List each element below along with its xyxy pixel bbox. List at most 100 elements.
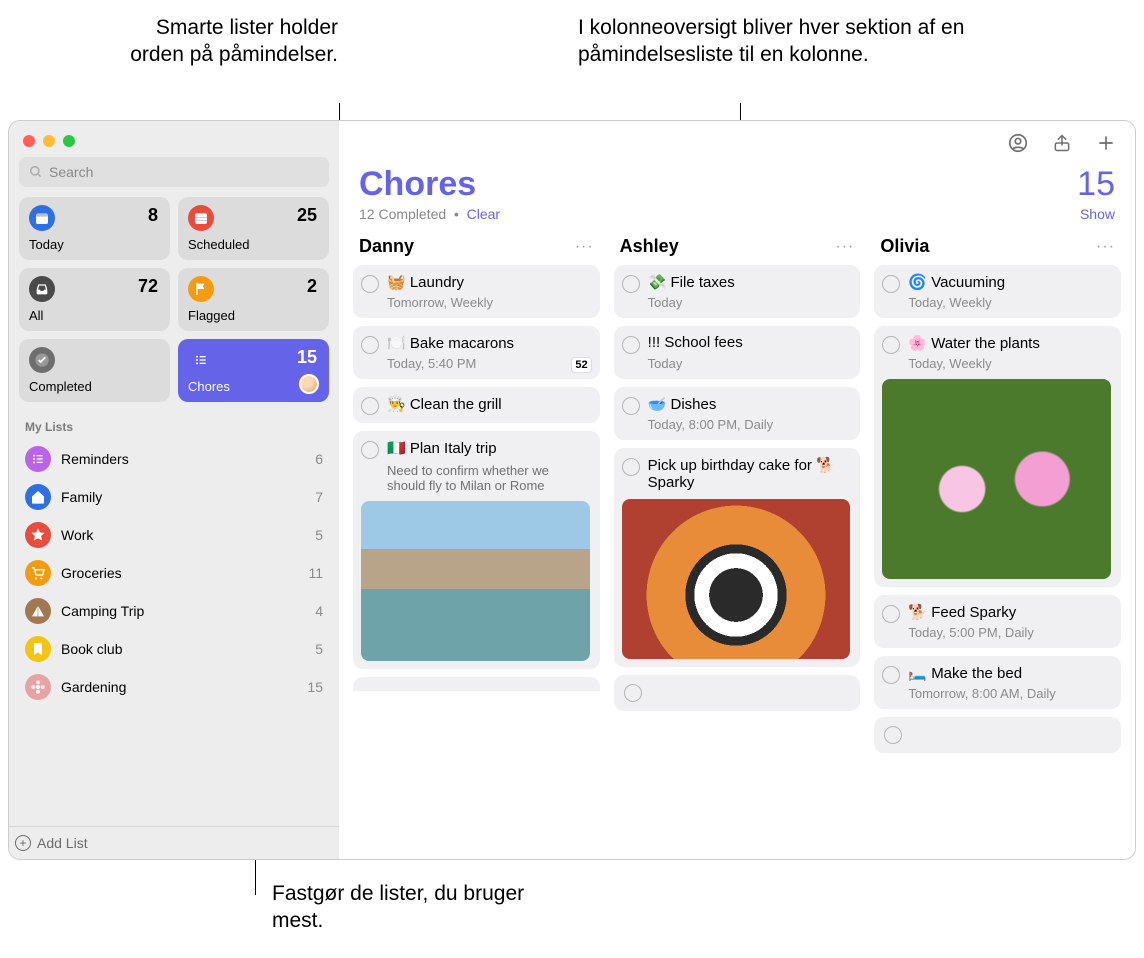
list-name: Camping Trip	[61, 603, 315, 619]
reminder-card[interactable]: 💸 File taxesToday	[614, 265, 861, 318]
list-name: Work	[61, 527, 315, 543]
reminder-subtitle: Today, 8:00 PM, Daily	[648, 417, 851, 432]
my-lists: Reminders6Family7Work5Groceries11Camping…	[19, 440, 329, 859]
clear-completed-button[interactable]: Clear	[467, 206, 500, 222]
reminder-note: Need to confirm whether we should fly to…	[387, 463, 590, 493]
smart-count: 25	[297, 205, 317, 226]
smart-list-today[interactable]: 8 Today	[19, 197, 170, 260]
complete-toggle[interactable]	[624, 684, 642, 702]
window-controls	[19, 129, 329, 157]
search-input[interactable]: Search	[19, 157, 329, 187]
reminder-subtitle: Tomorrow, Weekly	[387, 295, 590, 310]
reminder-card[interactable]: 🐕 Feed Sparky Today, 5:00 PM, Daily	[874, 595, 1121, 648]
list-row-gardening[interactable]: Gardening15	[19, 668, 329, 706]
list-icon	[25, 446, 51, 472]
new-reminder-placeholder[interactable]	[874, 717, 1121, 753]
smart-count: 2	[307, 276, 317, 297]
minimize-button[interactable]	[43, 135, 55, 147]
list-row-family[interactable]: Family7	[19, 478, 329, 516]
complete-toggle[interactable]	[622, 458, 640, 476]
smart-lists-grid: 8 Today 25 Scheduled 72All2Flagged Completed 1…	[19, 197, 329, 402]
add-list-label: Add List	[37, 835, 88, 851]
complete-toggle[interactable]	[361, 397, 379, 415]
list-row-camping-trip[interactable]: Camping Trip4	[19, 592, 329, 630]
list-count: 15	[307, 679, 323, 695]
smart-list-completed[interactable]: Completed	[19, 339, 170, 402]
reminder-card[interactable]: 🧺 LaundryTomorrow, Weekly	[353, 265, 600, 318]
reminder-title: !!! School fees	[648, 334, 743, 351]
tray-icon	[29, 276, 55, 302]
complete-toggle[interactable]	[882, 275, 900, 293]
reminder-subtitle: Today, 5:00 PM, Daily	[908, 625, 1111, 640]
smart-list-scheduled[interactable]: 25 Scheduled	[178, 197, 329, 260]
column-menu-icon[interactable]: ···	[1096, 238, 1115, 256]
reminder-card[interactable]: Pick up birthday cake for 🐕 Sparky	[614, 448, 861, 667]
complete-toggle[interactable]	[361, 275, 379, 293]
reminder-card[interactable]: !!! School fees Today	[614, 326, 861, 379]
smart-label: Today	[29, 237, 160, 252]
bookmark-icon	[25, 636, 51, 662]
show-completed-button[interactable]: Show	[1080, 206, 1115, 222]
calendar-grid-icon	[188, 205, 214, 231]
list-row-work[interactable]: Work5	[19, 516, 329, 554]
toolbar	[339, 121, 1135, 165]
column-title: Olivia	[880, 236, 1096, 257]
callout-top-right: I kolonneoversigt bliver hver sektion af…	[578, 14, 998, 69]
reminder-card[interactable]: 🛏️ Make the bedTomorrow, 8:00 AM, Daily	[874, 656, 1121, 709]
calendar-icon	[29, 205, 55, 231]
reminder-title: 👨‍🍳 Clean the grill	[387, 395, 502, 413]
reminder-card[interactable]: 🇮🇹 Plan Italy tripNeed to confirm whethe…	[353, 431, 600, 669]
smart-label: Completed	[29, 379, 160, 394]
reminder-card[interactable]: 🌀 VacuumingToday, Weekly	[874, 265, 1121, 318]
collaborate-icon[interactable]	[1007, 132, 1029, 154]
reminder-badge: 52	[571, 357, 591, 373]
complete-toggle[interactable]	[622, 397, 640, 415]
close-button[interactable]	[23, 135, 35, 147]
complete-toggle[interactable]	[361, 441, 379, 459]
reminder-card[interactable]: 👨‍🍳 Clean the grill	[353, 387, 600, 423]
search-icon	[29, 165, 43, 179]
add-list-button[interactable]: + Add List	[9, 826, 339, 859]
share-icon[interactable]	[1051, 132, 1073, 154]
column-menu-icon[interactable]: ···	[575, 238, 594, 256]
new-reminder-placeholder[interactable]	[614, 675, 861, 711]
smart-count: 8	[148, 205, 158, 226]
tent-icon	[25, 598, 51, 624]
reminder-title: 🌀 Vacuuming	[908, 273, 1005, 291]
reminder-subtitle: Today	[648, 356, 851, 371]
smart-label: Scheduled	[188, 237, 319, 252]
smart-list-chores[interactable]: 15Chores	[178, 339, 329, 402]
check-icon	[29, 347, 55, 373]
flag-icon	[188, 276, 214, 302]
home-icon	[25, 484, 51, 510]
reminder-title: 🐕 Feed Sparky	[908, 603, 1016, 621]
list-title: Chores	[359, 165, 1077, 204]
reminder-card[interactable]: 🌸 Water the plantsToday, Weekly	[874, 326, 1121, 587]
smart-list-flagged[interactable]: 2Flagged	[178, 268, 329, 331]
complete-toggle[interactable]	[882, 336, 900, 354]
shared-avatar	[299, 374, 319, 394]
complete-toggle[interactable]	[882, 666, 900, 684]
reminder-card-peek	[353, 677, 600, 691]
add-reminder-icon[interactable]	[1095, 132, 1117, 154]
reminder-title: 🌸 Water the plants	[908, 334, 1040, 352]
list-row-book-club[interactable]: Book club5	[19, 630, 329, 668]
smart-list-all[interactable]: 72All	[19, 268, 170, 331]
column-menu-icon[interactable]: ···	[835, 238, 854, 256]
complete-toggle[interactable]	[882, 605, 900, 623]
complete-toggle[interactable]	[622, 275, 640, 293]
cart-icon	[25, 560, 51, 586]
my-lists-header: My Lists	[19, 414, 329, 440]
complete-toggle[interactable]	[622, 336, 640, 354]
reminder-card[interactable]: 🍽️ Bake macaronsToday, 5:40 PM52	[353, 326, 600, 379]
list-count: 5	[315, 527, 323, 543]
list-name: Book club	[61, 641, 315, 657]
maximize-button[interactable]	[63, 135, 75, 147]
list-row-groceries[interactable]: Groceries11	[19, 554, 329, 592]
list-row-reminders[interactable]: Reminders6	[19, 440, 329, 478]
sidebar: Search 8Today25Scheduled72All2FlaggedCom…	[9, 121, 339, 859]
list-name: Family	[61, 489, 315, 505]
reminder-card[interactable]: 🥣 DishesToday, 8:00 PM, Daily	[614, 387, 861, 440]
complete-toggle[interactable]	[361, 336, 379, 354]
complete-toggle[interactable]	[884, 726, 902, 744]
